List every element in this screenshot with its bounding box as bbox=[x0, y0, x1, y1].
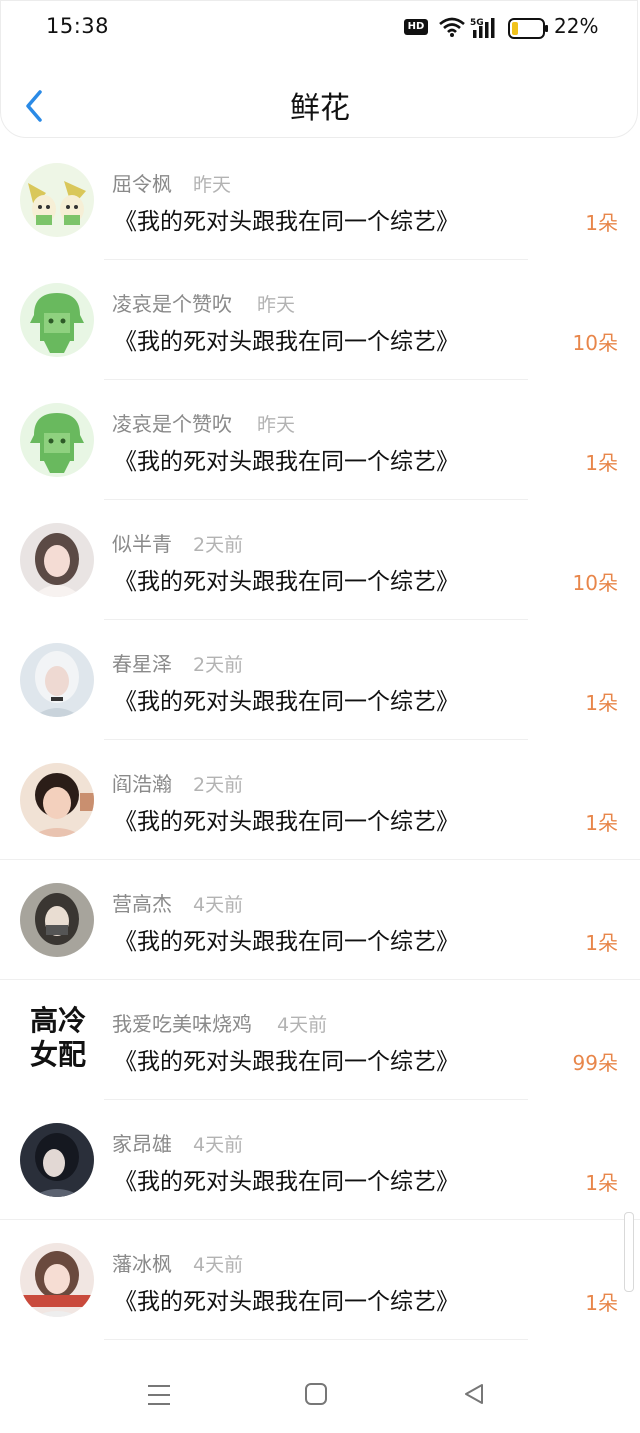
post-time: 2天前 bbox=[193, 534, 244, 556]
hd-badge: HD bbox=[404, 19, 428, 35]
battery-icon bbox=[508, 18, 548, 39]
book-title[interactable]: 《我的死对头跟我在同一个综艺》 bbox=[114, 442, 459, 476]
user-name[interactable]: 家昂雄 bbox=[112, 1128, 172, 1157]
user-name[interactable]: 阎浩瀚 bbox=[112, 768, 172, 797]
flower-count: 10朵 bbox=[572, 571, 618, 595]
flower-count: 10朵 bbox=[572, 331, 618, 355]
user-name[interactable]: 似半青 bbox=[112, 528, 172, 557]
user-name[interactable]: 春星泽 bbox=[112, 648, 172, 677]
flower-count: 1朵 bbox=[585, 691, 618, 715]
list-item[interactable]: 似半青 2天前 《我的死对头跟我在同一个综艺》 10朵 bbox=[0, 500, 640, 620]
avatar[interactable] bbox=[20, 643, 94, 717]
avatar[interactable]: 高冷 女配 bbox=[18, 1004, 98, 1072]
user-name[interactable]: 凌哀是个赞吹 bbox=[112, 408, 232, 437]
book-title[interactable]: 《我的死对头跟我在同一个综艺》 bbox=[114, 1162, 459, 1196]
post-time: 4天前 bbox=[277, 1014, 328, 1036]
user-name[interactable]: 我爱吃美味烧鸡 bbox=[112, 1008, 252, 1037]
avatar[interactable] bbox=[20, 1123, 94, 1197]
home-square-icon bbox=[305, 1383, 327, 1405]
book-title[interactable]: 《我的死对头跟我在同一个综艺》 bbox=[114, 682, 459, 716]
scrollbar[interactable] bbox=[624, 1212, 634, 1292]
menu-icon bbox=[148, 1385, 170, 1405]
flower-count: 1朵 bbox=[585, 451, 618, 475]
user-name[interactable]: 凌哀是个赞吹 bbox=[112, 288, 232, 317]
post-time: 4天前 bbox=[193, 1254, 244, 1276]
status-bar: 15:38 HD 5G 22% bbox=[0, 0, 640, 58]
list-item[interactable]: 营高杰 4天前 《我的死对头跟我在同一个综艺》 1朵 bbox=[0, 860, 640, 980]
nav-back-button[interactable] bbox=[462, 1382, 486, 1410]
book-title[interactable]: 《我的死对头跟我在同一个综艺》 bbox=[114, 322, 459, 356]
user-name[interactable]: 营高杰 bbox=[112, 888, 172, 917]
post-time: 2天前 bbox=[193, 774, 244, 796]
signal-5g-icon: 5G bbox=[470, 18, 495, 38]
post-time: 4天前 bbox=[193, 894, 244, 916]
avatar[interactable] bbox=[20, 763, 94, 837]
back-triangle-icon bbox=[465, 1384, 483, 1404]
avatar[interactable] bbox=[20, 1243, 94, 1317]
flower-count: 1朵 bbox=[585, 931, 618, 955]
book-title[interactable]: 《我的死对头跟我在同一个综艺》 bbox=[114, 562, 459, 596]
list-item[interactable]: 凌哀是个赞吹 昨天 《我的死对头跟我在同一个综艺》 10朵 bbox=[0, 260, 640, 380]
avatar[interactable] bbox=[20, 283, 94, 357]
page-title: 鲜花 bbox=[290, 91, 350, 126]
flower-count: 1朵 bbox=[585, 1171, 618, 1195]
flower-count: 99朵 bbox=[572, 1051, 618, 1075]
list-item[interactable]: 屈令枫 昨天 《我的死对头跟我在同一个综艺》 1朵 bbox=[0, 140, 640, 260]
book-title[interactable]: 《我的死对头跟我在同一个综艺》 bbox=[114, 802, 459, 836]
post-time: 昨天 bbox=[257, 414, 296, 436]
list-item[interactable]: 凌哀是个赞吹 昨天 《我的死对头跟我在同一个综艺》 1朵 bbox=[0, 380, 640, 500]
flower-count: 1朵 bbox=[585, 1291, 618, 1315]
book-title[interactable]: 《我的死对头跟我在同一个综艺》 bbox=[114, 1042, 459, 1076]
flower-list: 屈令枫 昨天 《我的死对头跟我在同一个综艺》 1朵 凌哀是个赞吹 昨天 《我的死… bbox=[0, 140, 640, 1340]
list-item[interactable]: 家昂雄 4天前 《我的死对头跟我在同一个综艺》 1朵 bbox=[0, 1100, 640, 1220]
avatar[interactable] bbox=[20, 523, 94, 597]
wifi-icon bbox=[439, 17, 465, 37]
user-name[interactable]: 藩冰枫 bbox=[112, 1248, 172, 1277]
row-divider bbox=[104, 1339, 528, 1340]
list-item[interactable]: 藩冰枫 4天前 《我的死对头跟我在同一个综艺》 1朵 bbox=[0, 1220, 640, 1340]
book-title[interactable]: 《我的死对头跟我在同一个综艺》 bbox=[114, 202, 459, 236]
avatar[interactable] bbox=[20, 883, 94, 957]
post-time: 4天前 bbox=[193, 1134, 244, 1156]
app-root: 15:38 HD 5G 22% 鲜花 屈令枫 昨天 《我的死对头跟我在同一个综艺… bbox=[0, 0, 640, 1433]
home-button[interactable] bbox=[304, 1382, 328, 1410]
flower-count: 1朵 bbox=[585, 811, 618, 835]
navigation-bar bbox=[0, 1358, 640, 1433]
post-time: 2天前 bbox=[193, 654, 244, 676]
avatar[interactable] bbox=[20, 403, 94, 477]
book-title[interactable]: 《我的死对头跟我在同一个综艺》 bbox=[114, 1282, 459, 1316]
battery-percent: 22% bbox=[554, 14, 599, 38]
list-item[interactable]: 阎浩瀚 2天前 《我的死对头跟我在同一个综艺》 1朵 bbox=[0, 740, 640, 860]
flower-count: 1朵 bbox=[585, 211, 618, 235]
post-time: 昨天 bbox=[257, 294, 296, 316]
status-time: 15:38 bbox=[46, 14, 110, 38]
user-name[interactable]: 屈令枫 bbox=[112, 168, 172, 197]
list-item[interactable]: 高冷 女配 我爱吃美味烧鸡 4天前 《我的死对头跟我在同一个综艺》 99朵 bbox=[0, 980, 640, 1100]
book-title[interactable]: 《我的死对头跟我在同一个综艺》 bbox=[114, 922, 459, 956]
menu-button[interactable] bbox=[146, 1382, 172, 1412]
post-time: 昨天 bbox=[193, 174, 232, 196]
avatar[interactable] bbox=[20, 163, 94, 237]
list-item[interactable]: 春星泽 2天前 《我的死对头跟我在同一个综艺》 1朵 bbox=[0, 620, 640, 740]
